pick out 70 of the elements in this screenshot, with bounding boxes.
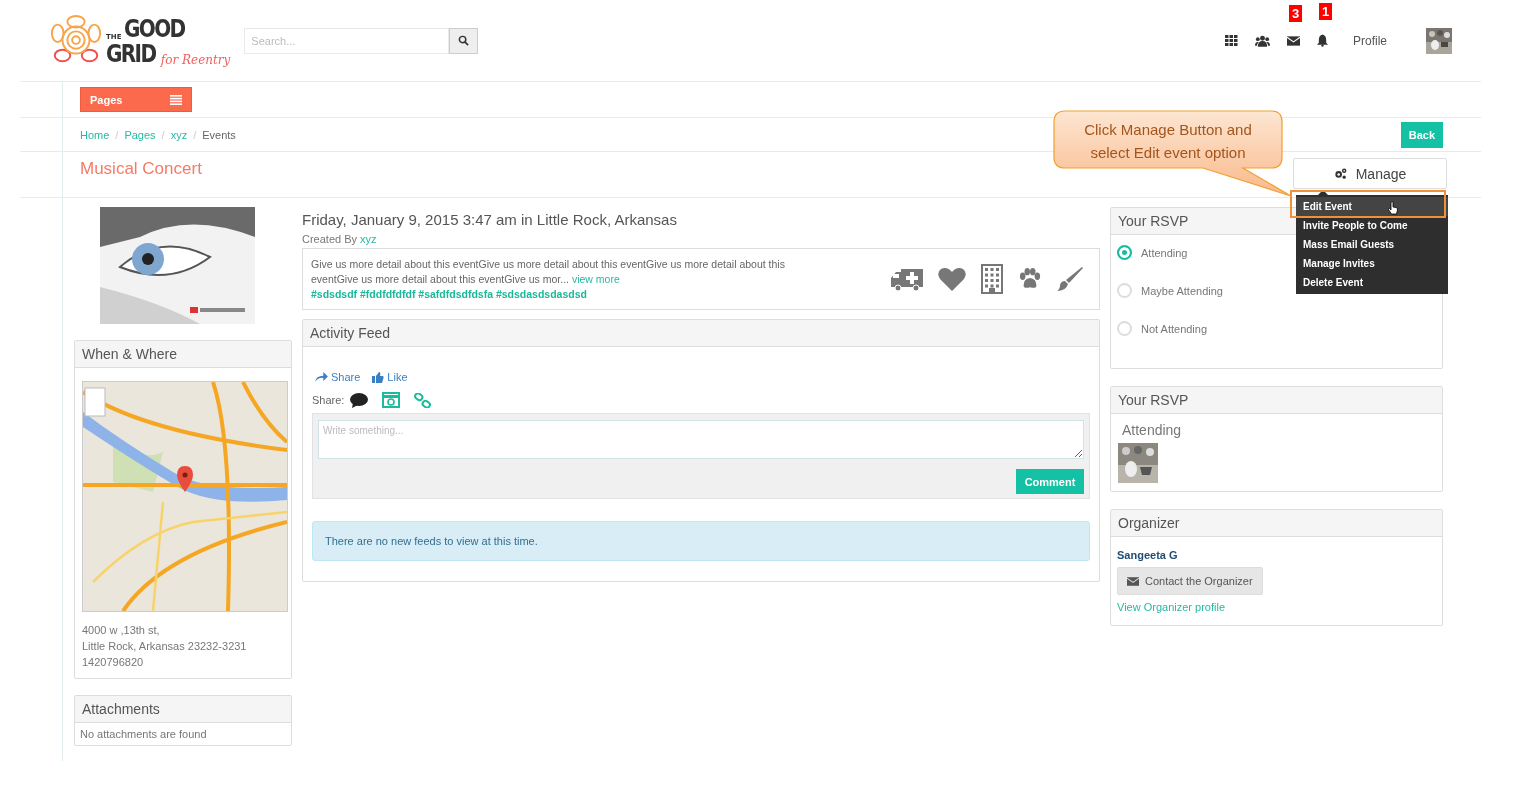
paw-icon [1018,268,1042,290]
page-title: Musical Concert [80,159,202,179]
search-field[interactable]: Search... [244,27,450,54]
heart-icon [938,267,966,291]
panel-title: Your RSVP [1111,387,1442,414]
back-button[interactable]: Back [1400,121,1443,148]
breadcrumb-current: Events [202,128,236,141]
brush-icon [1057,266,1083,292]
logo-text: GRID [106,40,156,66]
empty-message: There are no new feeds to view at this time. [325,535,538,547]
bell-icon[interactable] [1317,34,1328,47]
panel-title: Activity Feed [303,320,1099,347]
empty-message: No attachments are found [80,728,207,740]
pages-button[interactable]: Pages [80,87,192,112]
address-line: 4000 w ,13th st, [82,623,161,638]
thumbs-up-icon [372,371,385,383]
option-label: Maybe Attending [1141,284,1223,297]
breadcrumb-link[interactable]: Home [80,128,110,141]
like-link[interactable]: Like [372,371,408,383]
callout-text: Click Manage Button and select Edit event option [1083,120,1253,163]
building-icon [981,264,1003,294]
search-button[interactable] [449,27,479,54]
share-arrow-icon [315,372,328,382]
panel-title: Attachments [75,696,291,723]
option-label: Attending [1141,246,1188,259]
ambulance-icon [891,267,923,291]
share-label: Share: [312,394,345,406]
speech-bubble-icon[interactable] [350,392,369,408]
logo-tagline: for Reentry [160,53,231,66]
menu-item[interactable]: Mass Email Guests [1296,235,1448,254]
count-badge: 1 [1319,3,1333,20]
organizer-name-link[interactable]: Sangeeta G [1117,549,1178,561]
profile-link[interactable]: Profile [1353,33,1387,48]
creator-link[interactable]: xyz [360,233,377,245]
menu-item[interactable]: Edit Event [1296,197,1448,216]
comment-field[interactable]: Write something... [318,420,1084,459]
panel-title: When & Where [75,341,291,368]
breadcrumb-separator: / [193,128,197,141]
rsvp-status: Attending [1122,422,1182,438]
event-datetime: Friday, January 9, 2015 3:47 am in Little Rock, Arkansas [302,211,678,228]
grid-icon[interactable] [1225,35,1238,46]
address-line: Little Rock, Arkansas 23232-3231 [82,639,248,654]
event-description: Give us more detail about this eventGive us more detail about this eventGive us more detail about this eventGive us more detail about this eventGive us mor... view more [311,257,786,287]
breadcrumb-link[interactable]: xyz [170,128,188,141]
comment-button[interactable]: Comment [1016,469,1084,494]
view-more-link[interactable]: view more [571,273,620,285]
users-icon[interactable] [1255,34,1270,47]
hashtags: #sdsdsdf #fddfdfdfdf #safdfdsdfdsfa #sdsdasdsdasdsd [311,287,588,302]
address-line: 1420796820 [82,655,145,670]
menu-item[interactable]: Delete Event [1296,273,1448,292]
mail-icon [1127,576,1139,586]
created-by-label: Created By [302,233,358,245]
breadcrumb-separator: / [161,128,165,141]
contact-organizer-button[interactable]: Contact the Organizer [1117,567,1263,595]
radio-button[interactable] [1117,245,1132,260]
manage-button[interactable]: Manage [1293,158,1447,189]
breadcrumb-separator: / [115,128,119,141]
menu-icon [170,94,182,105]
breadcrumb-link[interactable]: Pages [124,128,156,141]
menu-item[interactable]: Manage Invites [1296,254,1448,273]
hand-cursor-icon [1388,201,1398,215]
logo-text: GOOD [124,15,186,41]
option-label: Not Attending [1141,322,1208,335]
search-icon [458,35,470,46]
organizer-profile-link[interactable]: View Organizer profile [1117,601,1225,613]
gears-icon [1333,168,1347,179]
count-badge: 3 [1289,4,1303,22]
mail-icon[interactable] [1287,35,1300,46]
share-link[interactable]: Share [315,371,361,383]
panel-title: Organizer [1111,510,1442,537]
